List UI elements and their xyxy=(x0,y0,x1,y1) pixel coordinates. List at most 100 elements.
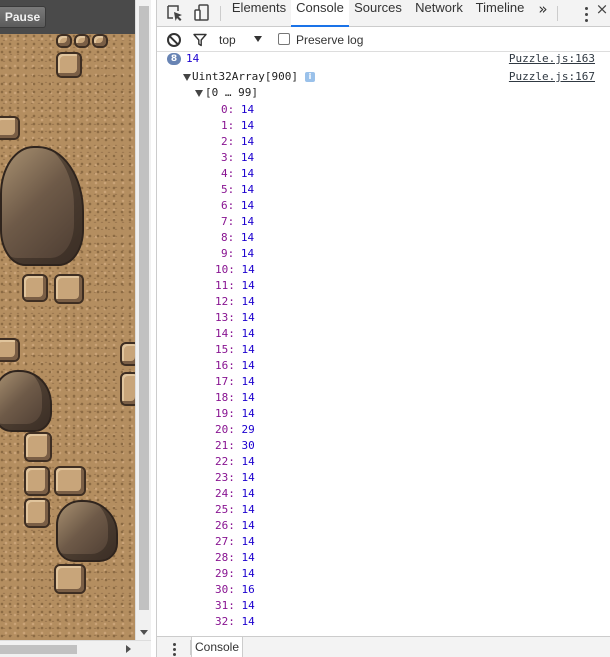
entry-value: 14 xyxy=(240,215,255,228)
array-entry: 14: 14 xyxy=(215,327,255,340)
array-entry: 15: 14 xyxy=(215,343,255,356)
drawer-tab-console[interactable]: Console xyxy=(191,637,243,657)
entry-value: 14 xyxy=(241,311,255,324)
entry-value: 30 xyxy=(241,439,255,452)
rock-sprite xyxy=(54,274,84,304)
entry-key: 31 xyxy=(215,599,229,612)
scrollbar-thumb[interactable] xyxy=(139,6,149,610)
entry-key: 7 xyxy=(221,215,228,228)
game-toolbar: Pause xyxy=(0,0,135,34)
rock-sprite xyxy=(22,274,48,302)
expand-triangle-icon[interactable] xyxy=(195,90,203,97)
inspect-element-icon[interactable] xyxy=(165,3,185,23)
entry-value: 14 xyxy=(241,535,255,548)
entry-key: 20 xyxy=(215,423,229,436)
array-entry: 22: 14 xyxy=(215,455,255,468)
entry-key: 8 xyxy=(221,231,228,244)
scroll-right-arrow-icon[interactable] xyxy=(126,645,131,653)
rock-sprite xyxy=(0,338,20,362)
tab-network[interactable]: Network xyxy=(407,0,471,26)
array-entry: 1: 14 xyxy=(221,119,255,132)
scrollbar-thumb[interactable] xyxy=(0,645,77,654)
entry-key: 14 xyxy=(215,327,229,340)
info-icon[interactable]: i xyxy=(305,72,315,82)
chevron-down-icon[interactable] xyxy=(254,36,262,42)
entry-key: 1 xyxy=(221,119,228,132)
console-scrollbar[interactable] xyxy=(597,52,610,632)
array-entry: 11: 14 xyxy=(215,279,255,292)
entry-value: 14 xyxy=(241,503,255,516)
entry-key: 5 xyxy=(221,183,228,196)
pause-button[interactable]: Pause xyxy=(0,6,46,28)
entry-key: 13 xyxy=(215,311,229,324)
more-tabs-icon[interactable]: » xyxy=(533,0,553,26)
filter-icon[interactable] xyxy=(193,33,207,47)
array-entry: 8: 14 xyxy=(221,231,255,244)
entry-value: 14 xyxy=(240,231,255,244)
array-entry: 4: 14 xyxy=(221,167,255,180)
tab-timeline[interactable]: Timeline xyxy=(471,0,529,26)
entry-key: 25 xyxy=(215,503,229,516)
array-entry: 13: 14 xyxy=(215,311,255,324)
array-range-group[interactable]: [0 … 99] xyxy=(157,86,610,100)
array-entry: 27: 14 xyxy=(215,535,255,548)
drawer-bar: Console xyxy=(157,636,610,657)
array-entry: 17: 14 xyxy=(215,375,255,388)
entry-key: 2 xyxy=(221,135,228,148)
log-value: 14 xyxy=(186,52,200,65)
entry-key: 32 xyxy=(215,615,229,628)
console-filter-bar: top Preserve log xyxy=(157,28,610,52)
entry-value: 14 xyxy=(240,135,255,148)
source-link[interactable]: Puzzle.js:163 xyxy=(509,52,595,66)
console-message[interactable]: Uint32Array[900] i Puzzle.js:167 xyxy=(157,70,610,84)
rock-sprite xyxy=(24,498,50,528)
game-canvas[interactable] xyxy=(0,34,135,640)
repeat-count-badge: 8 xyxy=(167,53,181,65)
entry-value: 14 xyxy=(241,567,255,580)
game-horizontal-scrollbar[interactable] xyxy=(0,640,151,657)
tab-elements[interactable]: Elements xyxy=(227,0,291,26)
customize-menu-icon[interactable] xyxy=(582,4,592,24)
array-entry: 29: 14 xyxy=(215,567,255,580)
entry-value: 14 xyxy=(241,391,255,404)
game-vertical-scrollbar[interactable] xyxy=(135,0,151,640)
expand-triangle-icon[interactable] xyxy=(183,74,191,81)
device-mode-icon[interactable] xyxy=(192,3,212,23)
drawer-menu-icon[interactable] xyxy=(170,642,180,656)
preserve-log-checkbox[interactable] xyxy=(278,33,290,45)
array-entry: 10: 14 xyxy=(215,263,255,276)
entry-value: 14 xyxy=(240,167,255,180)
entry-value: 14 xyxy=(240,247,255,260)
clear-console-icon[interactable] xyxy=(167,33,181,47)
array-entry: 18: 14 xyxy=(215,391,255,404)
entry-value: 14 xyxy=(241,343,255,356)
array-entry: 9: 14 xyxy=(221,247,255,260)
array-entry: 3: 14 xyxy=(221,151,255,164)
entry-key: 30 xyxy=(215,583,229,596)
array-entry: 32: 14 xyxy=(215,615,255,628)
rock-sprite xyxy=(120,342,135,366)
devtools-tabbar: Elements Console Sources Network Timelin… xyxy=(157,0,610,27)
source-link[interactable]: Puzzle.js:167 xyxy=(509,70,595,84)
array-entry: 31: 14 xyxy=(215,599,255,612)
tab-console[interactable]: Console xyxy=(291,0,349,27)
entry-value: 14 xyxy=(241,375,255,388)
entry-key: 24 xyxy=(215,487,229,500)
rock-sprite xyxy=(56,52,82,78)
entry-key: 26 xyxy=(215,519,229,532)
entry-value: 14 xyxy=(241,359,255,372)
entry-value: 14 xyxy=(240,151,255,164)
toolbar-divider xyxy=(557,6,558,21)
tab-sources[interactable]: Sources xyxy=(349,0,407,26)
array-entry: 19: 14 xyxy=(215,407,255,420)
entry-key: 27 xyxy=(215,535,229,548)
entry-value: 14 xyxy=(240,199,255,212)
entry-value: 16 xyxy=(241,583,255,596)
boulder-sprite xyxy=(56,500,118,562)
range-label[interactable]: [0 … 99] xyxy=(205,86,258,100)
scroll-down-arrow-icon[interactable] xyxy=(140,630,148,635)
close-icon[interactable]: × xyxy=(595,0,609,26)
entry-value: 14 xyxy=(241,327,255,340)
array-entry: 30: 16 xyxy=(215,583,255,596)
array-label[interactable]: Uint32Array[900] xyxy=(192,70,298,84)
